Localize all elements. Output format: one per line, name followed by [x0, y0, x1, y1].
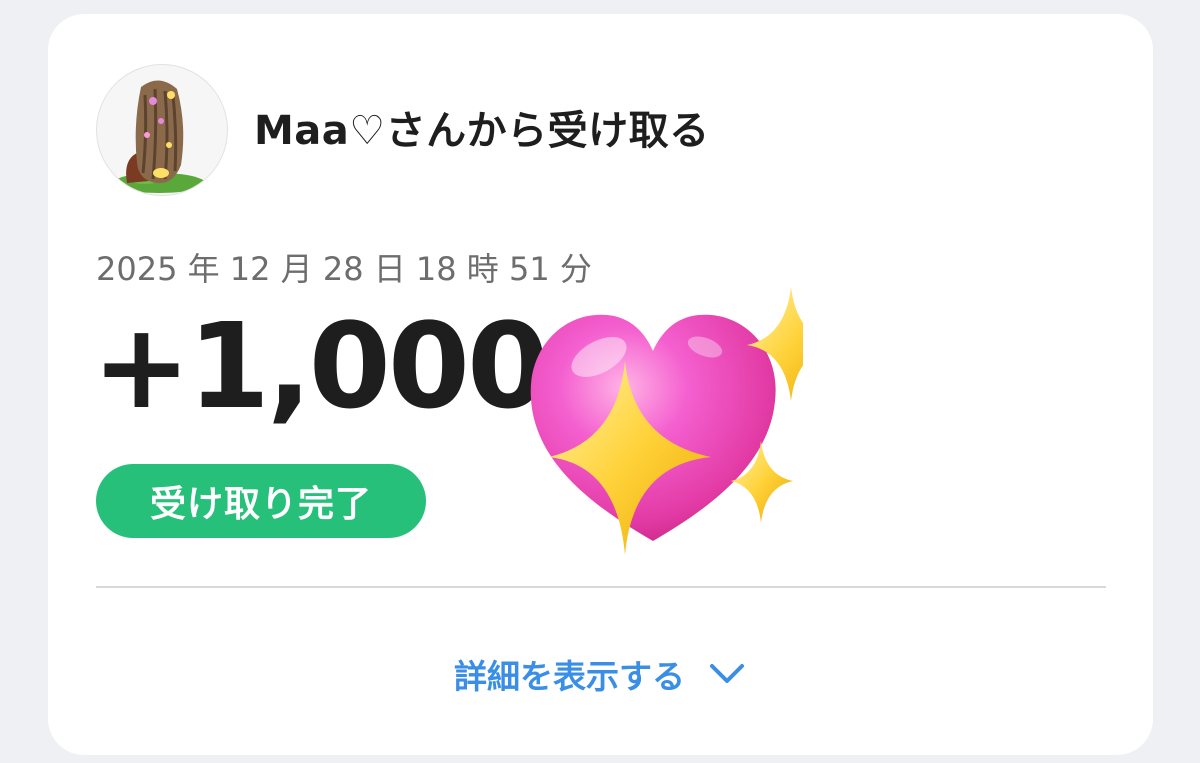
divider	[96, 586, 1106, 588]
show-details-label: 詳細を表示する	[454, 657, 685, 696]
page-title: Maa♡さんから受け取る	[254, 108, 710, 154]
sparkling-heart-icon	[503, 269, 837, 564]
chevron-down-icon	[709, 663, 745, 685]
show-details-button[interactable]: 詳細を表示する	[454, 650, 745, 698]
transaction-amount: +1,000	[92, 297, 549, 435]
status-badge: 受け取り完了	[96, 464, 426, 538]
transaction-card: Maa♡さんから受け取る 2025 年 12 月 28 日 18 時 51 分 …	[48, 14, 1153, 755]
status-label: 受け取り完了	[149, 484, 372, 525]
avatar[interactable]	[96, 64, 228, 196]
